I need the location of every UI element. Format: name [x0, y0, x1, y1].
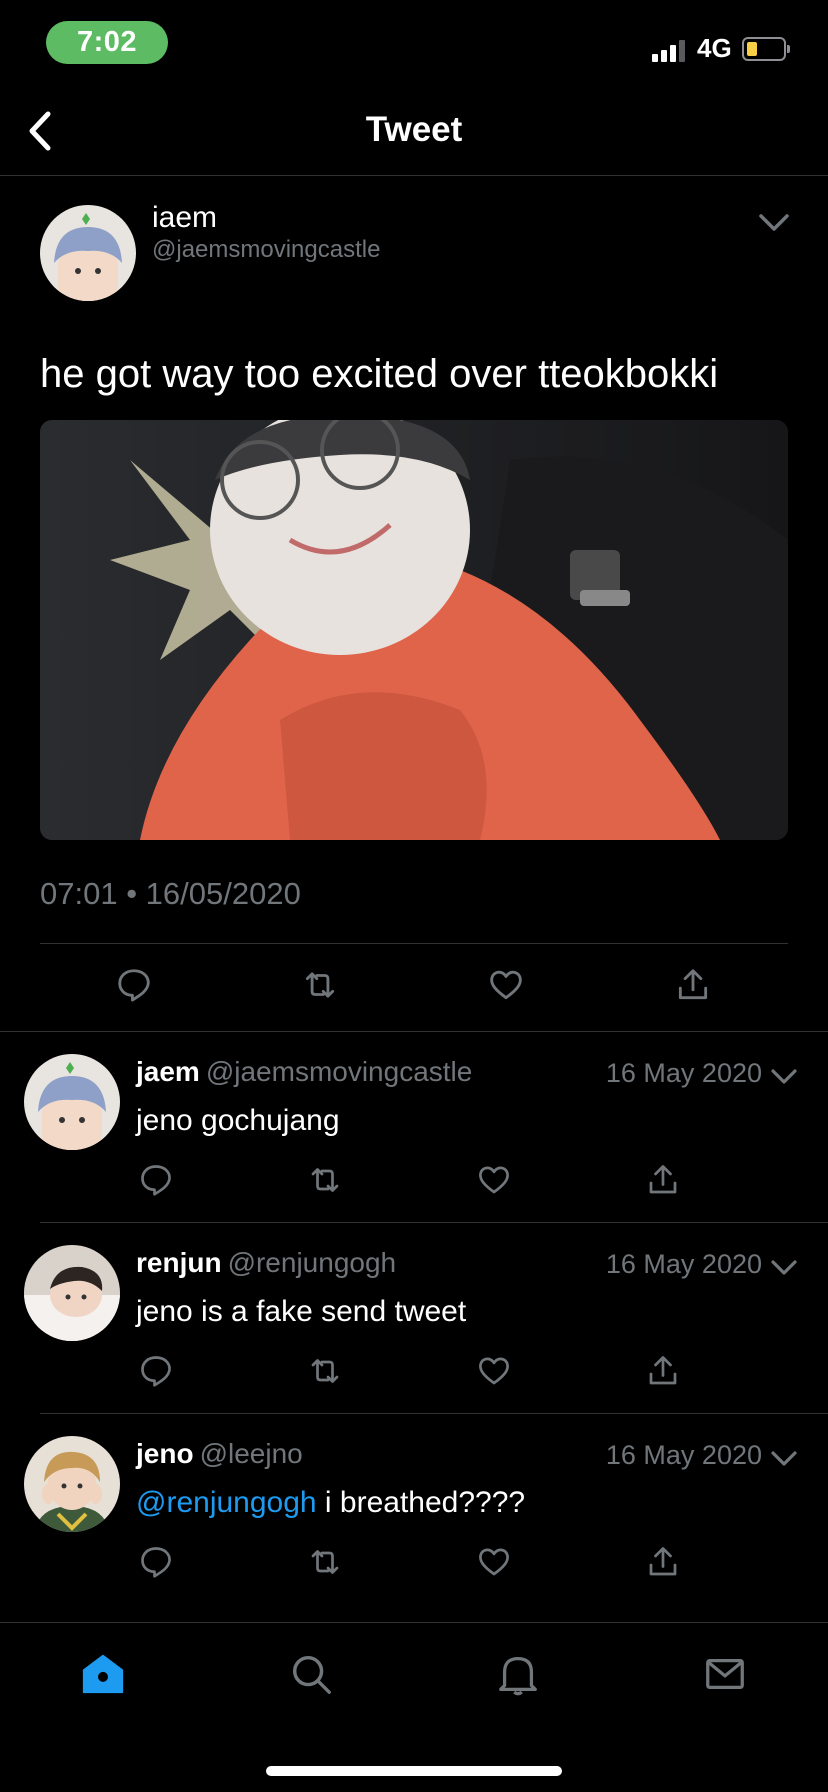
share-icon[interactable] [645, 1353, 681, 1389]
chevron-down-icon[interactable] [770, 1449, 798, 1469]
home-indicator[interactable] [266, 1766, 562, 1776]
reply-author-name: jeno [136, 1438, 194, 1469]
divider [40, 943, 788, 944]
reply-date: 16 May 2020 [605, 1249, 762, 1279]
home-icon[interactable] [80, 1651, 126, 1697]
reply-text: jeno is a fake send tweet [136, 1295, 466, 1329]
reply-date: 16 May 2020 [605, 1440, 762, 1470]
reply-author[interactable]: jaem @jaemsmovingcastle [136, 1056, 472, 1088]
retweet-icon[interactable] [301, 966, 339, 1004]
avatar[interactable] [40, 205, 136, 301]
reply-author-handle: @jaemsmovingcastle [205, 1056, 473, 1087]
like-icon[interactable] [487, 966, 525, 1004]
avatar[interactable] [24, 1054, 120, 1150]
reply-body: jeno is a fake send tweet [136, 1295, 467, 1328]
reply-actions [0, 1353, 828, 1393]
main-tweet: iaem @jaemsmovingcastle he got way too e… [0, 176, 828, 1032]
reply-author-name: renjun [136, 1247, 222, 1278]
battery-icon [742, 37, 790, 61]
signal-icon [652, 38, 688, 62]
like-icon[interactable] [476, 1353, 512, 1389]
like-icon[interactable] [476, 1162, 512, 1198]
reply-icon[interactable] [115, 966, 153, 1004]
reply-text: jeno gochujang [136, 1104, 340, 1138]
nav-bar: Tweet [0, 90, 828, 176]
share-icon[interactable] [674, 966, 712, 1004]
reply-actions [0, 1162, 828, 1202]
tweet-actions [0, 966, 828, 1012]
mail-icon[interactable] [702, 1651, 748, 1697]
like-icon[interactable] [476, 1544, 512, 1580]
reply-date: 16 May 2020 [605, 1058, 762, 1088]
reply-author-handle: @leejno [199, 1438, 303, 1469]
reply-actions [0, 1544, 828, 1584]
avatar[interactable] [24, 1245, 120, 1341]
chevron-down-icon[interactable] [758, 212, 790, 234]
status-bar: 7:02 4G [0, 0, 828, 90]
reply-tweet[interactable]: jeno @leejno 16 May 2020 @renjungogh i br… [0, 1414, 828, 1605]
avatar[interactable] [24, 1436, 120, 1532]
chevron-down-icon[interactable] [770, 1258, 798, 1278]
reply-icon[interactable] [138, 1544, 174, 1580]
reply-author-name: jaem [136, 1056, 200, 1087]
share-icon[interactable] [645, 1544, 681, 1580]
tweet-text: he got way too excited over tteokbokki [40, 352, 719, 396]
reply-icon[interactable] [138, 1162, 174, 1198]
chevron-down-icon[interactable] [770, 1067, 798, 1087]
mention-link[interactable]: @renjungogh [136, 1486, 317, 1519]
network-type: 4G [697, 33, 732, 63]
retweet-icon[interactable] [307, 1162, 343, 1198]
search-icon[interactable] [288, 1651, 334, 1697]
page-title: Tweet [365, 110, 463, 149]
reply-body: i breathed???? [316, 1486, 526, 1519]
status-time: 7:02 [46, 21, 168, 64]
bell-icon[interactable] [495, 1651, 541, 1697]
reply-author-handle: @renjungogh [227, 1247, 397, 1278]
reply-tweet[interactable]: jaem @jaemsmovingcastle 16 May 2020 jeno … [0, 1032, 828, 1223]
retweet-icon[interactable] [307, 1544, 343, 1580]
reply-icon[interactable] [138, 1353, 174, 1389]
retweet-icon[interactable] [307, 1353, 343, 1389]
author-name[interactable]: iaem [152, 201, 217, 235]
reply-author[interactable]: renjun @renjungogh [136, 1247, 396, 1279]
author-handle[interactable]: @jaemsmovingcastle [152, 236, 380, 264]
reply-tweet[interactable]: renjun @renjungogh 16 May 2020 jeno is a … [0, 1223, 828, 1414]
share-icon[interactable] [645, 1162, 681, 1198]
reply-author[interactable]: jeno @leejno [136, 1438, 303, 1470]
reply-text: @renjungogh i breathed???? [136, 1486, 525, 1520]
tweet-photo[interactable] [40, 420, 788, 840]
reply-body: jeno gochujang [136, 1104, 340, 1137]
tweet-timestamp: 07:01 • 16/05/2020 [40, 876, 301, 911]
